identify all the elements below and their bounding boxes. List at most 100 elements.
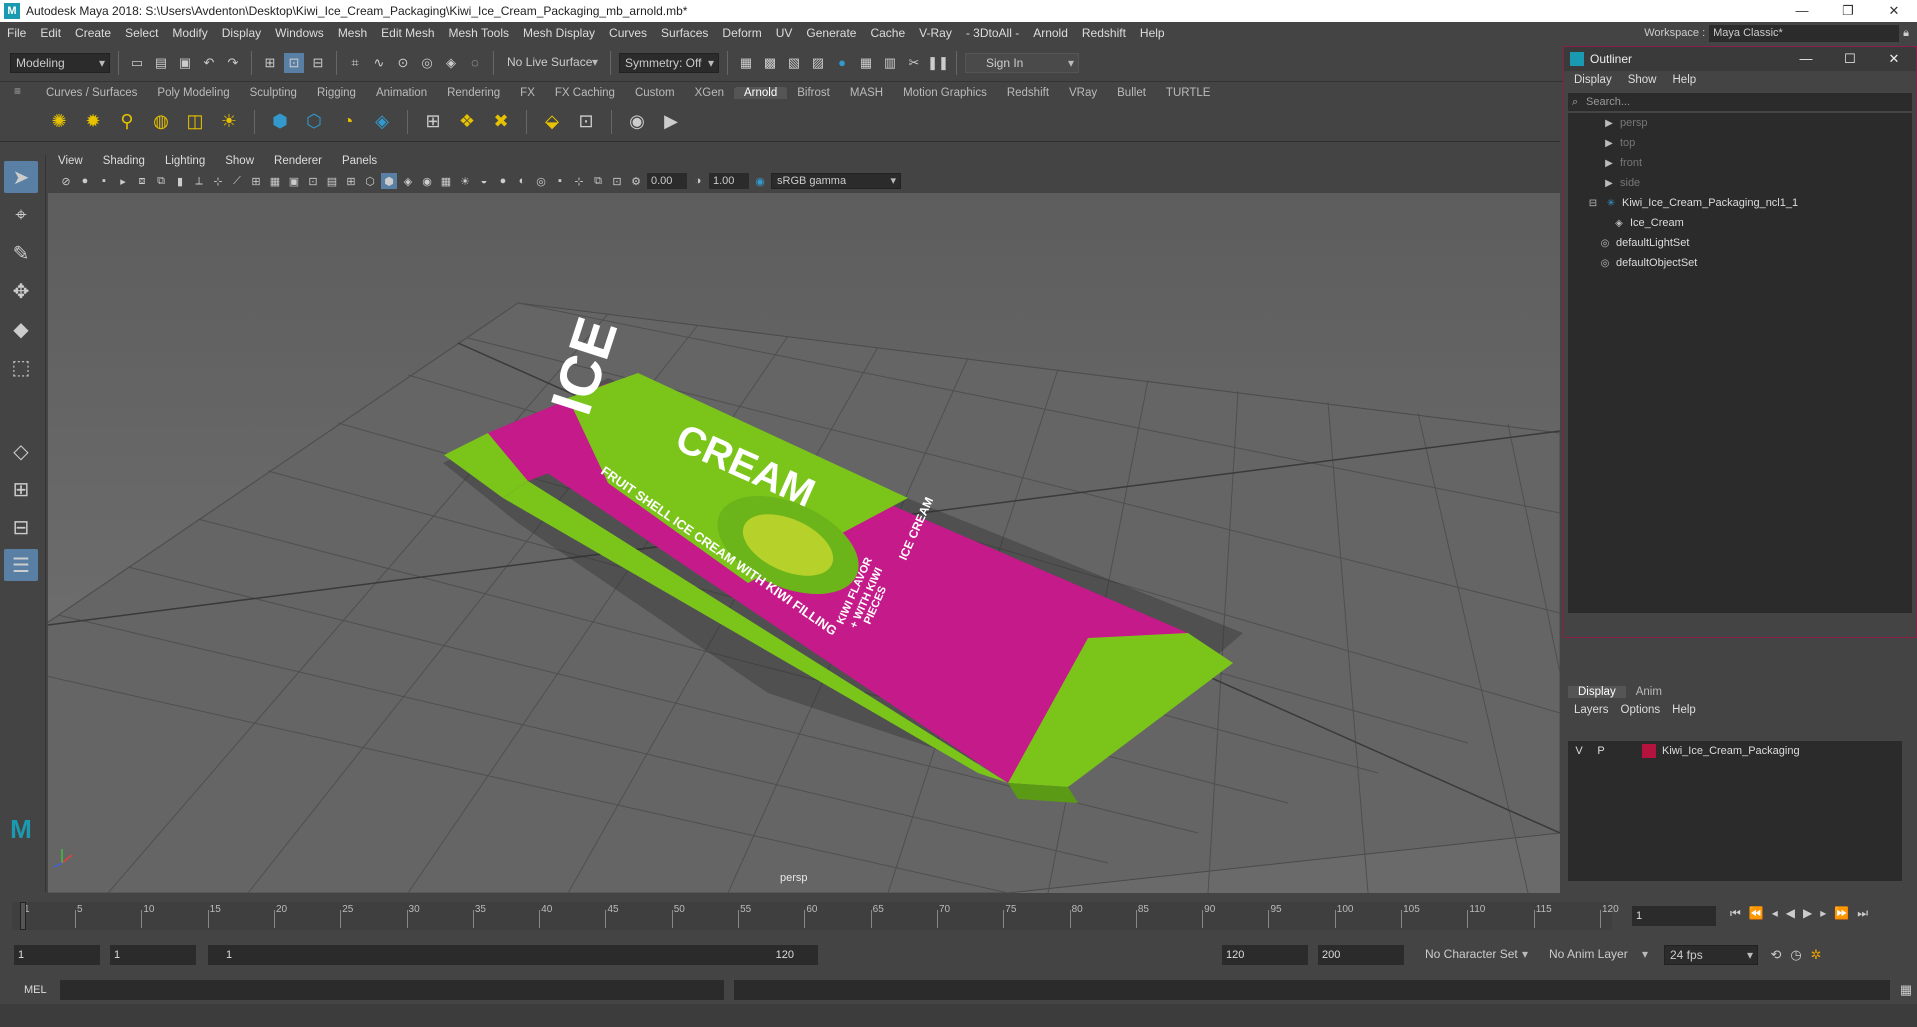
standin-icon[interactable]: ⬢ — [267, 109, 293, 135]
smooth-shade-icon[interactable]: ▣ — [286, 173, 302, 189]
menu-display[interactable]: Display — [215, 26, 268, 40]
outliner-menu-help[interactable]: Help — [1665, 74, 1705, 86]
outliner-minimize-button[interactable]: — — [1784, 51, 1828, 67]
render-selected-icon[interactable]: ⊞ — [420, 109, 446, 135]
playback-end-field[interactable]: 120 — [1222, 945, 1308, 965]
shelf-tab-turtle[interactable]: TURTLE — [1156, 87, 1221, 99]
lock-icon[interactable]: 🔒︎ — [1903, 27, 1909, 40]
redshift-render-icon[interactable]: ✂ — [904, 53, 924, 73]
panel-menu-show[interactable]: Show — [215, 155, 264, 167]
menu-mesh-tools[interactable]: Mesh Tools — [442, 26, 516, 40]
anti-aliasing-icon[interactable]: ▦ — [438, 173, 454, 189]
exposure-field[interactable]: 0.00 — [647, 173, 687, 189]
export-standin-icon[interactable]: ⬡ — [301, 109, 327, 135]
loop-icon[interactable]: ⟲ — [1766, 945, 1786, 965]
motion-blur-icon[interactable]: ◉ — [419, 173, 435, 189]
mesh-light-icon[interactable]: ✹ — [80, 109, 106, 135]
menu-create[interactable]: Create — [68, 26, 118, 40]
layer-tab-anim[interactable]: Anim — [1626, 686, 1672, 698]
panel-menu-renderer[interactable]: Renderer — [264, 155, 332, 167]
shelf-tab-mash[interactable]: MASH — [840, 87, 893, 99]
select-object-icon[interactable]: ⊡ — [284, 52, 304, 73]
menu-vray[interactable]: V-Ray — [912, 26, 959, 40]
flush-cache-icon[interactable]: ✖ — [488, 109, 514, 135]
mode-select[interactable]: Modeling — [10, 52, 110, 73]
textured-icon[interactable]: ▤ — [324, 173, 340, 189]
viewport-persp[interactable]: ICE CREAM ICE CREAM KIWI FLAVOR + WITH K… — [48, 193, 1560, 893]
shelf-tab-poly-modeling[interactable]: Poly Modeling — [147, 87, 239, 99]
range-slider-bar[interactable]: 1 120 — [208, 945, 818, 965]
menu-generate[interactable]: Generate — [799, 26, 863, 40]
end-time-field[interactable]: 200 — [1318, 945, 1404, 965]
go-to-end-icon[interactable]: ⏭ — [1857, 906, 1868, 921]
hypershade-icon[interactable]: ● — [832, 53, 852, 73]
outliner-item-top[interactable]: ▶ top — [1568, 133, 1912, 153]
xray-icon[interactable]: ◒ — [476, 173, 492, 189]
menu-curves[interactable]: Curves — [602, 26, 654, 40]
render-view-icon[interactable]: ▦ — [736, 53, 756, 73]
menu-arnold[interactable]: Arnold — [1026, 26, 1075, 40]
fps-select[interactable]: 24 fps — [1664, 945, 1758, 965]
ambient-occlusion-icon[interactable]: ◈ — [400, 173, 416, 189]
move-tool-icon[interactable]: ✥ — [4, 275, 38, 307]
xray-joints-icon[interactable]: ● — [495, 173, 511, 189]
live-surface-select[interactable]: No Live Surface — [502, 52, 602, 73]
use-lights-icon[interactable]: ⊞ — [343, 173, 359, 189]
outliner-item-default-light-set[interactable]: ◎ defaultLightSet — [1568, 233, 1912, 253]
layer-name[interactable]: Kiwi_Ice_Cream_Packaging — [1662, 745, 1800, 757]
undo-icon[interactable]: ↶ — [199, 53, 219, 73]
ipr-render-icon[interactable]: ▧ — [784, 53, 804, 73]
wireframe-icon[interactable]: ▦ — [267, 173, 283, 189]
snap-vertex-icon[interactable]: ◌ — [465, 53, 485, 73]
shelf-tab-sculpting[interactable]: Sculpting — [240, 87, 307, 99]
gamma-field[interactable]: 1.00 — [709, 173, 749, 189]
bookmark-icon[interactable]: ▪ — [96, 173, 112, 189]
curve-collector-icon[interactable]: ◔ — [335, 109, 361, 135]
outliner-item-side[interactable]: ▶ side — [1568, 173, 1912, 193]
select-tool-icon[interactable]: ➤ — [4, 161, 38, 193]
wireframe-on-shaded-icon[interactable]: ⊡ — [305, 173, 321, 189]
menu-uv[interactable]: UV — [769, 26, 800, 40]
snap-curve-icon[interactable]: ∿ — [369, 53, 389, 73]
menu-redshift[interactable]: Redshift — [1075, 26, 1133, 40]
outliner-menu-show[interactable]: Show — [1620, 74, 1665, 86]
arnold-play-icon[interactable]: ▶ — [658, 109, 684, 135]
outliner-maximize-button[interactable]: ☐ — [1828, 51, 1872, 67]
color-management-icon[interactable]: ◉ — [752, 173, 768, 189]
layer-color-swatch[interactable] — [1642, 744, 1656, 758]
shelf-tab-bullet[interactable]: Bullet — [1107, 87, 1156, 99]
sign-in-button[interactable]: Sign In — [965, 52, 1079, 73]
shelf-tab-vray[interactable]: VRay — [1059, 87, 1107, 99]
layer-tab-display[interactable]: Display — [1568, 686, 1626, 698]
panel-menu-panels[interactable]: Panels — [332, 155, 387, 167]
outliner-close-button[interactable]: ✕ — [1872, 51, 1916, 67]
close-button[interactable]: ✕ — [1871, 3, 1917, 19]
texture-tool-icon[interactable]: ⬙ — [539, 109, 565, 135]
render-frame-icon[interactable]: ▩ — [760, 53, 780, 73]
layer-menu-layers[interactable]: Layers — [1568, 704, 1615, 716]
command-input[interactable] — [60, 980, 724, 1000]
start-time-field[interactable]: 1 — [14, 945, 100, 965]
anim-layer-select[interactable]: No Anim Layer — [1544, 945, 1652, 965]
area-light-icon[interactable]: ✺ — [46, 109, 72, 135]
shelf-menu-icon[interactable]: ≡ — [14, 84, 21, 98]
camera-icon[interactable]: ● — [77, 173, 93, 189]
menu-deform[interactable]: Deform — [715, 26, 768, 40]
snap-view-icon[interactable]: ◎ — [417, 53, 437, 73]
paint-select-icon[interactable]: ✎ — [4, 237, 38, 269]
auto-key-icon[interactable]: ◷ — [1786, 945, 1806, 965]
outliner-search-input[interactable]: Search... — [1568, 93, 1912, 111]
layer-menu-options[interactable]: Options — [1615, 704, 1667, 716]
four-view-icon[interactable]: ⊞ — [4, 473, 38, 505]
outliner-menu-display[interactable]: Display — [1566, 74, 1620, 86]
save-scene-icon[interactable]: ▣ — [175, 53, 195, 73]
shelf-tab-xgen[interactable]: XGen — [685, 87, 734, 99]
time-slider[interactable]: 1 5 10 15 20 25 30 35 40 45 50 55 60 65 70 75 80 85 90 95 10… — [12, 902, 1619, 930]
snap-surface-icon[interactable]: ◈ — [441, 53, 461, 73]
outliner-item-ice-cream[interactable]: ◈ Ice_Cream — [1568, 213, 1912, 233]
symmetry-select[interactable]: Symmetry: Off — [619, 52, 719, 73]
shelf-tab-animation[interactable]: Animation — [366, 87, 437, 99]
layer-row[interactable]: V P Kiwi_Ice_Cream_Packaging — [1568, 741, 1902, 761]
step-back-key-icon[interactable]: ⏪ — [1749, 906, 1764, 921]
isolate-icon[interactable]: ⬡ — [362, 173, 378, 189]
